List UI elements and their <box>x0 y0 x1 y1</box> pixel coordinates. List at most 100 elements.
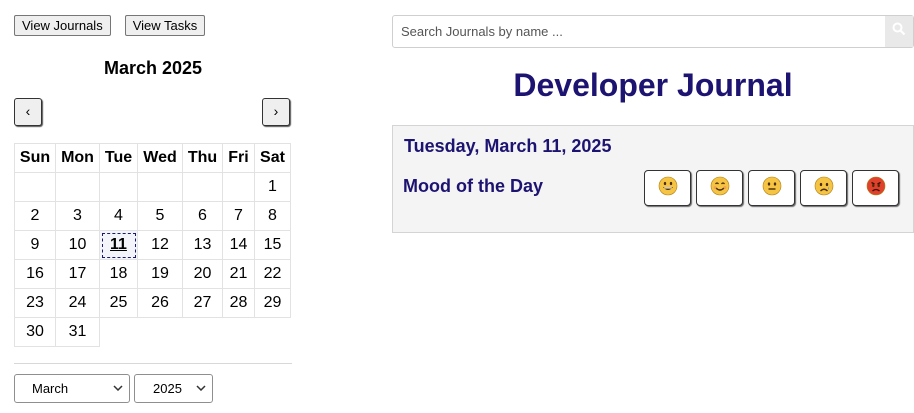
calendar-day-label: 31 <box>68 323 87 340</box>
calendar-day-26[interactable]: 26 <box>137 288 183 318</box>
calendar-day-6[interactable]: 6 <box>182 201 223 231</box>
angry-face-icon <box>866 176 886 201</box>
calendar-day-23[interactable]: 23 <box>14 288 56 318</box>
calendar-day-22[interactable]: 22 <box>254 259 291 289</box>
calendar-day-label: 16 <box>26 265 44 282</box>
calendar-empty-cell <box>137 172 183 202</box>
calendar-day-18[interactable]: 18 <box>99 259 138 289</box>
calendar-day-16[interactable]: 16 <box>14 259 56 289</box>
calendar-day-1[interactable]: 1 <box>254 172 291 202</box>
calendar-week-row: 2 3 4 5 6 7 8 <box>14 201 291 231</box>
calendar-day-28[interactable]: 28 <box>222 288 255 318</box>
calendar-day-2[interactable]: 2 <box>14 201 56 231</box>
next-month-button[interactable]: › <box>262 98 290 126</box>
calendar-day-19[interactable]: 19 <box>137 259 183 289</box>
mood-label: Mood of the Day <box>403 176 543 196</box>
mood-button-smiling[interactable] <box>696 170 743 206</box>
calendar-day-29[interactable]: 29 <box>254 288 291 318</box>
view-journals-button[interactable]: View Journals <box>14 15 111 36</box>
calendar-day-label: 10 <box>68 236 87 253</box>
year-select-value: 2025 <box>153 381 182 396</box>
calendar-day-7[interactable]: 7 <box>222 201 255 231</box>
calendar-day-24[interactable]: 24 <box>55 288 100 318</box>
month-year-selectors: March 2025 <box>14 374 213 403</box>
calendar-day-31[interactable]: 31 <box>55 317 100 347</box>
prev-month-button[interactable]: ‹ <box>14 98 42 126</box>
calendar-day-11[interactable]: 11 <box>99 230 138 260</box>
calendar-day-label: 24 <box>68 294 87 311</box>
mood-selector <box>644 170 899 206</box>
calendar-day-13[interactable]: 13 <box>182 230 223 260</box>
calendar-grid: Sun Mon Tue Wed Thu Fri Sat 1 2 3 4 5 6 7 8 9 10 1… <box>14 143 291 347</box>
view-tasks-button[interactable]: View Tasks <box>124 15 206 36</box>
calendar-day-27[interactable]: 27 <box>182 288 223 318</box>
calendar-day-label: 2 <box>30 207 40 224</box>
weekday-header: Wed <box>137 143 183 173</box>
journal-entry-card: Tuesday, March 11, 2025 Mood of the Day <box>392 125 914 233</box>
journal-panel: Developer Journal Tuesday, March 11, 202… <box>392 15 914 233</box>
calendar-day-14[interactable]: 14 <box>222 230 255 260</box>
calendar-day-label: 25 <box>109 294 128 311</box>
weekday-header: Sat <box>254 143 291 173</box>
calendar-day-label: 23 <box>26 294 44 311</box>
entry-date: Tuesday, March 11, 2025 <box>404 136 612 156</box>
calendar-day-label: 28 <box>229 294 248 311</box>
calendar-day-30[interactable]: 30 <box>14 317 56 347</box>
calendar-week-row: 23 24 25 26 27 28 29 <box>14 288 291 318</box>
calendar-day-10[interactable]: 10 <box>55 230 100 260</box>
calendar-day-label: 13 <box>193 236 212 253</box>
month-select[interactable]: March <box>14 374 130 403</box>
calendar-day-label: 1 <box>268 178 277 195</box>
calendar-week-row: 1 <box>14 172 291 202</box>
calendar-day-20[interactable]: 20 <box>182 259 223 289</box>
divider <box>14 363 292 364</box>
calendar-day-label: 18 <box>109 265 128 282</box>
calendar-day-label: 29 <box>263 294 282 311</box>
search-bar <box>392 15 914 48</box>
weekday-header: Mon <box>55 143 100 173</box>
chevron-down-icon <box>196 383 206 394</box>
calendar-day-15[interactable]: 15 <box>254 230 291 260</box>
calendar-day-17[interactable]: 17 <box>55 259 100 289</box>
calendar-day-label: 26 <box>151 294 169 311</box>
calendar-day-label: 20 <box>193 265 212 282</box>
calendar-day-label: 30 <box>26 323 44 340</box>
calendar-empty-cell <box>55 172 100 202</box>
search-input[interactable] <box>392 15 914 48</box>
calendar-day-label: 21 <box>229 265 248 282</box>
search-button[interactable] <box>885 16 913 47</box>
calendar-week-row: 9 10 11 12 13 14 15 <box>14 230 291 260</box>
search-icon <box>892 22 906 41</box>
calendar-week-row: 30 31 <box>14 317 291 347</box>
weekday-header: Sun <box>14 143 56 173</box>
calendar-day-label: 11 <box>110 236 127 253</box>
smiling-face-icon <box>710 176 730 201</box>
calendar-day-9[interactable]: 9 <box>14 230 56 260</box>
calendar-day-5[interactable]: 5 <box>137 201 183 231</box>
calendar-day-label: 12 <box>151 236 169 253</box>
calendar-empty-cell <box>99 172 138 202</box>
calendar-day-label: 27 <box>193 294 212 311</box>
calendar-day-label: 3 <box>73 207 82 224</box>
page-title: Developer Journal <box>513 67 793 103</box>
calendar-day-3[interactable]: 3 <box>55 201 100 231</box>
calendar-day-8[interactable]: 8 <box>254 201 291 231</box>
calendar-empty-cell <box>14 172 56 202</box>
year-select[interactable]: 2025 <box>134 374 213 403</box>
calendar-day-25[interactable]: 25 <box>99 288 138 318</box>
calendar-day-21[interactable]: 21 <box>222 259 255 289</box>
grinning-face-icon <box>658 176 678 201</box>
calendar-empty-cell <box>222 172 255 202</box>
calendar-day-4[interactable]: 4 <box>99 201 138 231</box>
mood-button-neutral[interactable] <box>748 170 795 206</box>
view-toggle-row: View Journals View Tasks <box>14 15 292 36</box>
mood-button-grinning[interactable] <box>644 170 691 206</box>
weekday-header: Fri <box>222 143 255 173</box>
mood-button-angry[interactable] <box>852 170 899 206</box>
calendar-day-12[interactable]: 12 <box>137 230 183 260</box>
calendar-day-label: 17 <box>68 265 87 282</box>
chevron-down-icon <box>113 383 123 394</box>
mood-button-sad[interactable] <box>800 170 847 206</box>
calendar-day-label: 7 <box>234 207 243 224</box>
sad-face-icon <box>814 176 834 201</box>
